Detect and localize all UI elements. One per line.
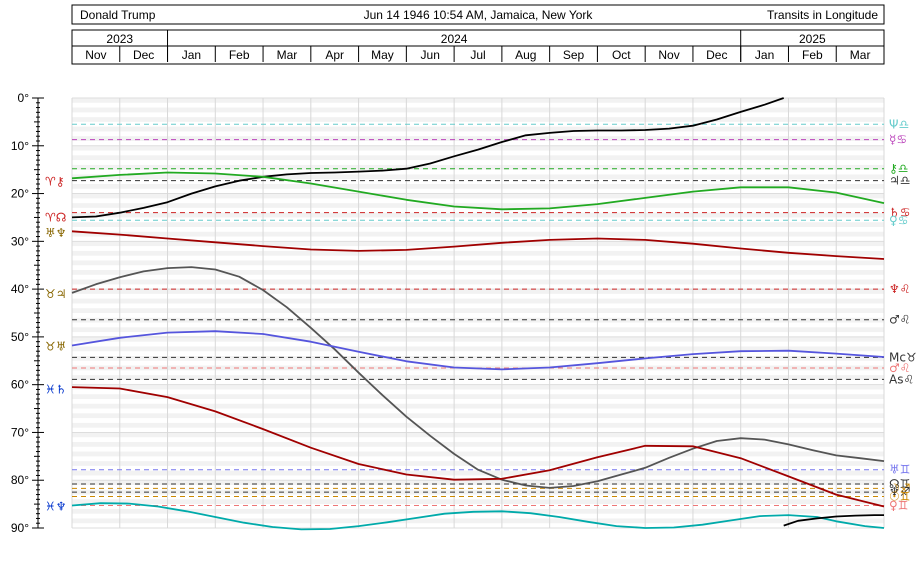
reference-label: As♌ bbox=[889, 372, 914, 386]
y-axis: 0° 10° 20° 30° 40° 50° 60° 70° 80° 90° bbox=[11, 91, 44, 535]
month-label: Sep bbox=[563, 48, 585, 62]
y-tick-label: 50° bbox=[11, 330, 29, 344]
month-label: Dec bbox=[133, 48, 154, 62]
month-label: Aug bbox=[515, 48, 536, 62]
timeline-header: 2023 2024 2025 Nov Dec Jan Feb Mar Apr May Jun Jul A… bbox=[71, 29, 885, 65]
reference-label: ♀♋ bbox=[889, 213, 909, 227]
header-name: Donald Trump bbox=[80, 8, 156, 22]
left-labels: ♈⚷ ♈☊ ♅♆ ♉♃ ♉♅ ♓♄ ♓♆ bbox=[45, 175, 67, 514]
grid-band bbox=[72, 461, 884, 466]
series-line bbox=[71, 502, 885, 531]
grid-band bbox=[72, 422, 884, 428]
left-label: ♈☊ bbox=[45, 210, 66, 224]
grid-band bbox=[72, 231, 884, 237]
reference-label: ♆♌ bbox=[889, 282, 911, 296]
grid-band bbox=[72, 298, 884, 304]
header-birth: Jun 14 1946 10:54 AM, Jamaica, New York bbox=[364, 8, 594, 22]
y-tick-label: 80° bbox=[11, 473, 29, 487]
grid-band bbox=[72, 270, 884, 275]
month-label: May bbox=[371, 48, 394, 62]
left-label: ♉♅ bbox=[45, 339, 67, 353]
reference-label: ♅♊ bbox=[889, 463, 911, 477]
month-label: Oct bbox=[612, 48, 631, 62]
left-label: ♓♆ bbox=[45, 500, 67, 514]
grid-band bbox=[72, 279, 884, 285]
y-tick-label: 0° bbox=[18, 91, 30, 105]
left-label: ♈⚷ bbox=[45, 175, 65, 189]
right-labels: Ψ♎☿♋⚷♎♃♎♄♋♀♋♆♌♂♌Mc♉♂♌As♌♅♊☊♊☽♐♆♐☉♊♀♊ bbox=[889, 117, 917, 512]
transit-chart: Donald Trump Jun 14 1946 10:54 AM, Jamai… bbox=[11, 4, 917, 535]
grid-band bbox=[72, 222, 884, 227]
month-label: Jun bbox=[421, 48, 440, 62]
grid-band bbox=[72, 250, 884, 256]
grid-band bbox=[72, 212, 884, 218]
grid-band bbox=[72, 499, 884, 505]
month-label: Mar bbox=[850, 48, 871, 62]
grid-band bbox=[72, 394, 884, 399]
reference-label: ♂♌ bbox=[889, 313, 911, 327]
month-label: Jan bbox=[182, 48, 201, 62]
reference-label: Ψ♎ bbox=[889, 117, 909, 131]
y-tick-label: 20° bbox=[11, 187, 29, 201]
grid-band bbox=[72, 336, 884, 342]
y-tick-label: 10° bbox=[11, 139, 29, 153]
y-tick-label: 60° bbox=[11, 378, 29, 392]
year-label: 2025 bbox=[799, 32, 826, 46]
grid-band bbox=[72, 442, 884, 447]
month-label: Jan bbox=[755, 48, 774, 62]
month-label: Apr bbox=[325, 48, 344, 62]
reference-lines bbox=[72, 123, 884, 507]
month-label: Nov bbox=[658, 48, 679, 62]
grid-band bbox=[72, 289, 884, 294]
grid-band bbox=[72, 413, 884, 419]
reference-label: ☿♋ bbox=[889, 133, 907, 147]
month-label: Jul bbox=[470, 48, 485, 62]
grid-band bbox=[72, 470, 884, 476]
grid-band bbox=[72, 155, 884, 161]
month-label: Feb bbox=[802, 48, 823, 62]
grid-band bbox=[72, 308, 884, 313]
left-label: ♉♃ bbox=[45, 287, 67, 301]
grid-band bbox=[72, 107, 884, 113]
y-tick-label: 70° bbox=[11, 425, 29, 439]
reference-label: ♃♎ bbox=[889, 174, 911, 188]
year-label: 2023 bbox=[106, 32, 133, 46]
grid-band bbox=[72, 136, 884, 141]
grid-band bbox=[72, 98, 884, 103]
left-label: ♅♆ bbox=[45, 226, 67, 240]
header-mode: Transits in Longitude bbox=[767, 8, 878, 22]
y-tick-label: 30° bbox=[11, 234, 29, 248]
grid-band bbox=[72, 356, 884, 361]
grid-band bbox=[72, 117, 884, 122]
grid-band bbox=[72, 451, 884, 457]
month-label: Feb bbox=[229, 48, 250, 62]
left-label: ♓♄ bbox=[45, 382, 67, 396]
month-label: Dec bbox=[706, 48, 727, 62]
grid-band bbox=[72, 260, 884, 266]
grid-band bbox=[72, 193, 884, 199]
year-label: 2024 bbox=[441, 32, 468, 46]
grid-band bbox=[72, 126, 884, 132]
y-tick-label: 40° bbox=[11, 282, 29, 296]
month-label: Mar bbox=[277, 48, 298, 62]
grid-band bbox=[72, 174, 884, 180]
grid-band bbox=[72, 518, 884, 524]
grid-band bbox=[72, 432, 884, 438]
plot-grid bbox=[71, 97, 885, 529]
grid-band bbox=[72, 384, 884, 390]
y-tick-label: 90° bbox=[11, 521, 29, 535]
month-label: Nov bbox=[85, 48, 106, 62]
reference-label: ♀♊ bbox=[889, 499, 909, 513]
